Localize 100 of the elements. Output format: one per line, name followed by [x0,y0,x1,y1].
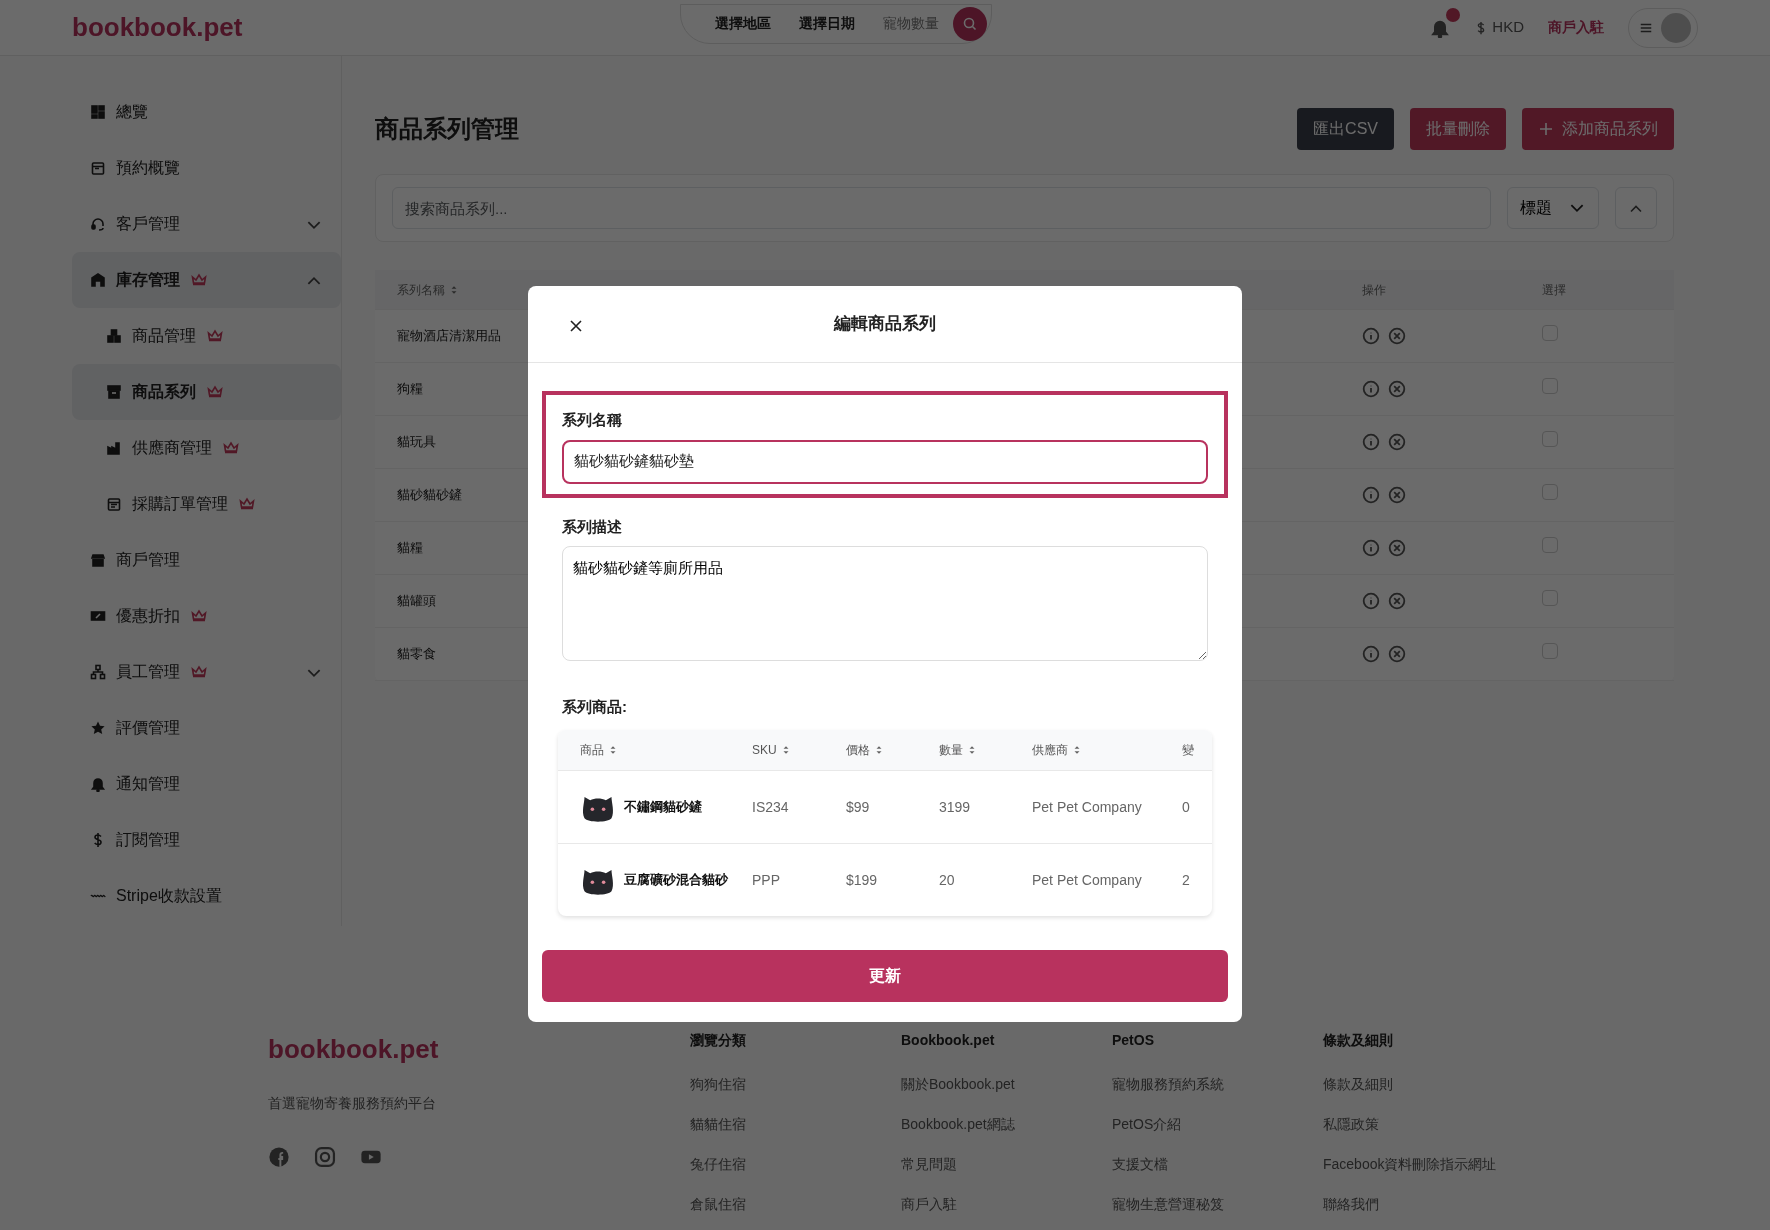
sidebar-item[interactable]: 商品管理 [72,308,341,364]
footer-link[interactable]: 聯絡我們 [1323,1194,1534,1214]
footer-link[interactable]: 關於Bookbook.pet [901,1074,1112,1094]
sidebar-item[interactable]: 預約概覽 [72,140,341,196]
table-cell-text: Pet Pet Company [1032,870,1143,890]
footer-heading: Bookbook.pet [901,1031,996,1050]
info-icon[interactable] [1362,327,1380,345]
info-icon[interactable] [1362,433,1380,451]
footer-link[interactable]: Bookbook.pet網誌 [901,1114,1112,1134]
table-cell: 狗糧 [397,381,423,397]
hierarchy-icon [90,664,106,680]
footer-link[interactable]: 倉鼠住宿 [690,1194,901,1214]
sort-dropdown[interactable]: 標題 [1507,187,1599,229]
sidebar-item[interactable]: 庫存管理 [72,252,341,308]
page-title: 商品系列管理 [375,114,519,144]
sidebar-item[interactable]: 客戶管理 [72,196,341,252]
sidebar-item[interactable]: 訂閱管理 [72,812,341,868]
sidebar-item[interactable]: Stripe收款設置 [72,868,341,924]
name-field[interactable]: 貓砂貓砂鏟貓砂墊 [562,439,1208,484]
footer-link[interactable]: 常見問題 [901,1154,1112,1174]
sort-icon [967,744,977,756]
info-icon[interactable] [1362,486,1380,504]
column-header[interactable]: 供應商 [1032,741,1182,759]
info-icon[interactable] [1362,592,1380,610]
column-header[interactable]: SKU [752,741,846,759]
column-header[interactable]: 數量 [939,741,1032,759]
close-circle-icon[interactable] [1388,486,1406,504]
delete-button[interactable]: 批量刪除 [1410,108,1506,150]
section-label: 系列商品: [562,696,628,717]
column-header[interactable]: 商品 [580,741,752,759]
facebook-icon[interactable] [268,1146,290,1168]
info-icon[interactable] [1362,380,1380,398]
table-cell: 貓罐頭 [397,593,436,609]
logo[interactable]: bookbook.pet [72,8,243,47]
column-header[interactable]: 價格 [846,741,939,759]
instagram-icon[interactable] [314,1146,336,1168]
sidebar-item[interactable]: 優惠折扣 [72,588,341,644]
footer-logo[interactable]: bookbook.pet [268,1030,690,1069]
footer-link[interactable]: 商戶入駐 [901,1194,1112,1214]
footer-link[interactable]: 貓貓住宿 [690,1114,901,1134]
archive-icon [106,384,122,400]
sort-icon [608,744,618,756]
merchant-link[interactable]: 商戶入駐 [1548,17,1604,38]
table-cell-text: Pet Pet Company [1032,797,1143,817]
footer-link[interactable]: 寵物生意營運秘笈 [1112,1194,1323,1214]
footer-heading: PetOS [1112,1031,1155,1050]
close-circle-icon[interactable] [1388,539,1406,557]
dialog-title: 編輯商品系列 [834,313,936,336]
close-circle-icon[interactable] [1388,380,1406,398]
search-field[interactable]: 搜索商品系列... [392,187,1491,229]
footer-link[interactable]: 支援文檔 [1112,1154,1323,1174]
update-button[interactable]: 更新 [542,950,1228,1002]
sidebar-item[interactable]: 商品系列 [72,364,341,420]
calendar-icon [90,160,106,176]
footer-link[interactable]: 條款及細則 [1323,1074,1534,1094]
table-cell-text: 2 [1182,870,1191,890]
table-cell: 貓零食 [397,646,436,662]
search-option[interactable]: 選擇日期 [785,13,870,34]
description-field[interactable]: 貓砂貓砂鏟等廁所用品 [562,546,1208,661]
close-circle-icon[interactable] [1388,433,1406,451]
dashboard-icon [90,104,106,120]
sidebar-item[interactable]: 商戶管理 [72,532,341,588]
close-circle-icon[interactable] [1388,645,1406,663]
info-icon[interactable] [1362,539,1380,557]
sidebar-item[interactable]: 採購訂單管理 [72,476,341,532]
bell-icon[interactable] [1430,18,1451,39]
sidebar-item[interactable]: 供應商管理 [72,420,341,476]
plus-icon [1538,121,1554,137]
product-name: 豆腐礦砂混合貓砂 [624,871,728,890]
store-icon [90,552,106,568]
table-cell: 寵物酒店清潔用品 [397,328,501,344]
boxes-icon [106,328,122,344]
footer-link[interactable]: PetOS介紹 [1112,1114,1323,1134]
table-cell-text: PPP [752,870,781,890]
product-name: 不鏽鋼貓砂鏟 [624,798,702,817]
add-button[interactable]: 添加商品系列 [1522,108,1674,150]
sidebar-item[interactable]: 評價管理 [72,700,341,756]
table-cell-text: 20 [939,870,956,890]
footer-link[interactable]: 狗狗住宿 [690,1074,901,1094]
ticket-icon [90,608,106,624]
info-icon[interactable] [1362,645,1380,663]
footer-link[interactable]: Facebook資料刪除指示網址 [1323,1154,1534,1174]
search-button[interactable] [953,6,988,41]
factory-icon [106,440,122,456]
field-label: 系列描述 [562,516,623,537]
currency-selector[interactable]: HKD [1474,16,1524,39]
sidebar-item[interactable]: 通知管理 [72,756,341,812]
close-circle-icon[interactable] [1388,592,1406,610]
table-cell-text: 3199 [939,797,972,817]
tagline: 首選寵物寄養服務預約平台 [268,1094,437,1113]
table-cell: 貓玩具 [397,434,436,450]
search-icon [962,15,979,32]
search-option[interactable]: 選擇地區 [701,13,786,34]
sidebar-item[interactable]: 員工管理 [72,644,341,700]
footer-link[interactable]: 兔仔住宿 [690,1154,901,1174]
footer-link[interactable]: 私隱政策 [1323,1114,1534,1134]
sidebar-item[interactable]: 總覽 [72,84,341,140]
close-circle-icon[interactable] [1388,327,1406,345]
footer-link[interactable]: 寵物服務預約系統 [1112,1074,1323,1094]
export-button[interactable]: 匯出CSV [1297,108,1394,150]
